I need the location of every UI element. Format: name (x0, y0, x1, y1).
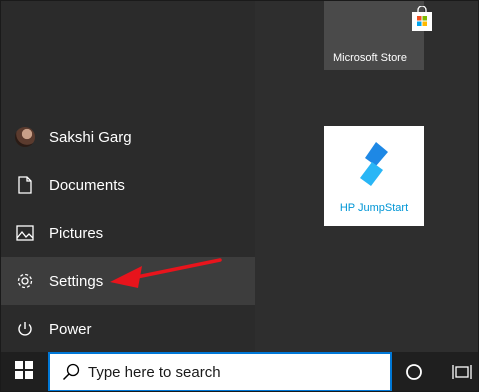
documents-label: Documents (49, 176, 125, 194)
cortana-icon[interactable] (404, 362, 424, 382)
start-button[interactable] (0, 352, 48, 392)
settings-label: Settings (49, 272, 104, 290)
taskbar (0, 352, 479, 392)
pictures-item[interactable]: Pictures (0, 209, 255, 257)
hp-jumpstart-tile[interactable]: HP JumpStart (324, 126, 424, 226)
start-menu-left-column: Sakshi Garg Documents Pictures Settings … (0, 0, 255, 352)
power-icon (15, 319, 35, 339)
user-name: Sakshi Garg (49, 128, 132, 146)
power-item[interactable]: Power (0, 305, 255, 353)
document-icon (15, 175, 35, 195)
user-avatar (15, 127, 35, 147)
search-box[interactable] (48, 352, 392, 392)
search-input[interactable] (88, 363, 368, 381)
microsoft-store-tile[interactable]: Microsoft Store (324, 0, 424, 70)
microsoft-store-label: Microsoft Store (333, 52, 407, 64)
settings-item[interactable]: Settings (0, 257, 255, 305)
pictures-icon (15, 223, 35, 243)
pictures-label: Pictures (49, 224, 104, 242)
hp-jumpstart-label: HP JumpStart (339, 202, 409, 214)
task-view-icon[interactable] (452, 362, 472, 382)
search-icon (62, 363, 80, 381)
power-label: Power (49, 320, 92, 338)
hp-jumpstart-logo (358, 140, 390, 193)
windows-logo-icon (15, 360, 33, 384)
store-bag-icon (411, 5, 433, 37)
documents-item[interactable]: Documents (0, 161, 255, 209)
user-account-item[interactable]: Sakshi Garg (0, 113, 255, 161)
gear-icon (15, 271, 35, 291)
